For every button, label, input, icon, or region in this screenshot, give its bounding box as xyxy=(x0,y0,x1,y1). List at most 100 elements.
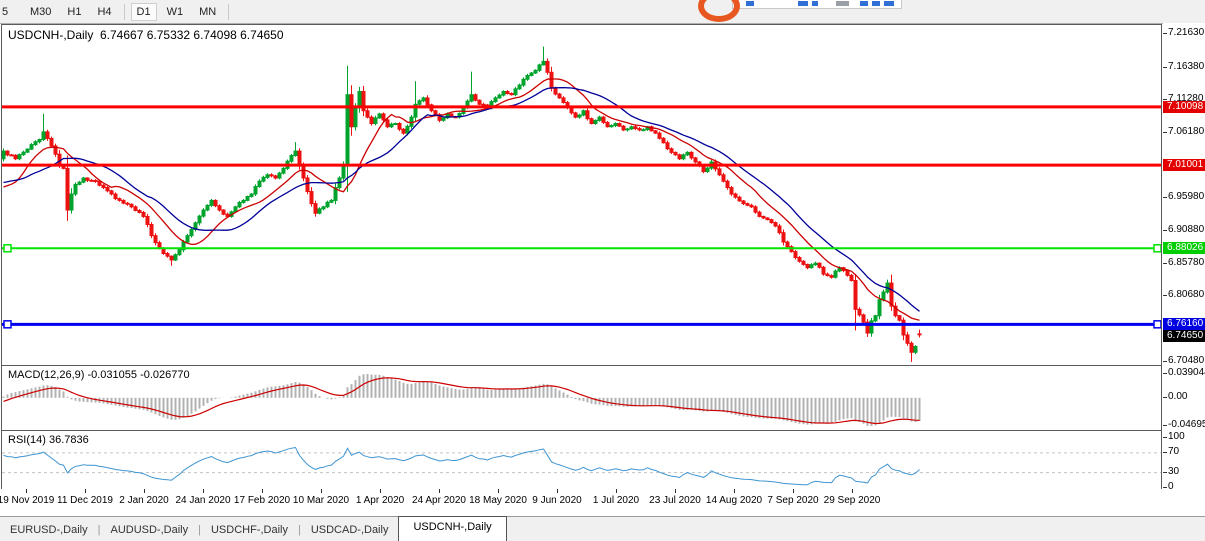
rsi-indicator-panel[interactable]: RSI(14) 36.7836 xyxy=(1,430,1162,490)
date-tick xyxy=(557,489,558,493)
candle xyxy=(890,283,893,306)
candle xyxy=(578,115,581,117)
candle xyxy=(770,220,773,223)
candle xyxy=(874,316,877,321)
candle xyxy=(762,216,765,218)
timeframe-w1-button[interactable]: W1 xyxy=(161,3,190,21)
candle xyxy=(902,320,905,335)
candle xyxy=(166,253,169,256)
candle xyxy=(514,89,517,95)
candle xyxy=(26,149,29,152)
candle xyxy=(742,201,745,204)
candle xyxy=(118,199,121,201)
candle xyxy=(50,138,53,146)
date-label: 18 May 2020 xyxy=(469,495,527,506)
candle xyxy=(406,126,409,133)
macd-indicator-panel[interactable]: MACD(12,26,9) -0.031055 -0.026770 xyxy=(1,365,1162,431)
candle xyxy=(562,98,565,103)
gray-glyph-icon xyxy=(836,1,849,6)
tab-usdcad[interactable]: USDCAD-,Daily xyxy=(301,520,399,540)
candle xyxy=(210,200,213,205)
support-blue-handle[interactable] xyxy=(4,321,11,328)
candle xyxy=(850,275,853,280)
candle xyxy=(502,91,505,95)
blue-glyph-icon xyxy=(812,1,818,6)
candle xyxy=(374,118,377,124)
candle xyxy=(522,79,525,85)
support-green-handle[interactable] xyxy=(1154,245,1161,252)
candle xyxy=(814,263,817,265)
tab-usdcnh-active[interactable]: USDCNH-,Daily xyxy=(398,516,506,541)
tab-audusd[interactable]: AUDUSD-,Daily xyxy=(100,520,198,540)
main-chart-panel[interactable]: USDCNH-,Daily 6.74667 6.75332 6.74098 6.… xyxy=(1,24,1162,366)
price-badge: 6.76160 xyxy=(1163,318,1205,330)
candle xyxy=(266,175,269,178)
candle xyxy=(330,200,333,202)
timeframe-d1-button[interactable]: D1 xyxy=(131,3,157,21)
toolbar-separator xyxy=(228,4,229,20)
tab-eurusd[interactable]: EURUSD-,Daily xyxy=(0,520,98,540)
price-badge: 6.88026 xyxy=(1163,242,1205,254)
macd-min-label: -0.046955 xyxy=(1168,419,1205,430)
candle xyxy=(590,119,593,124)
candle xyxy=(494,98,497,102)
date-tick xyxy=(439,489,440,493)
date-tick xyxy=(380,489,381,493)
candle xyxy=(250,194,253,196)
support-blue-handle[interactable] xyxy=(1154,321,1161,328)
candle xyxy=(234,207,237,212)
candlestick-chart-canvas[interactable] xyxy=(2,25,1161,365)
candle xyxy=(750,205,753,207)
candle xyxy=(474,95,477,101)
candle xyxy=(582,111,585,115)
candle xyxy=(102,185,105,187)
candle xyxy=(526,75,529,79)
blue-glyph-icon xyxy=(746,1,754,6)
timeframe-mn-button[interactable]: MN xyxy=(193,3,222,21)
candle xyxy=(530,73,533,75)
date-label: 1 Jul 2020 xyxy=(593,495,639,506)
candle xyxy=(462,108,465,114)
candle xyxy=(42,132,45,140)
timeframe-toolbar: 5 M30 H1 H4 D1 W1 MN xyxy=(0,0,1205,24)
candle xyxy=(366,111,369,117)
chart-title: USDCNH-,Daily 6.74667 6.75332 6.74098 6.… xyxy=(8,28,284,42)
candle xyxy=(870,321,873,333)
candle xyxy=(378,114,381,118)
candle xyxy=(822,267,825,274)
candle xyxy=(150,224,153,235)
candle xyxy=(818,263,821,267)
candle xyxy=(218,206,221,210)
timeframe-h4-button[interactable]: H4 xyxy=(91,3,117,21)
candle xyxy=(862,315,865,322)
candle xyxy=(550,72,553,88)
rsi-chart-canvas[interactable] xyxy=(2,431,1161,489)
candle xyxy=(758,212,761,216)
candle xyxy=(110,191,113,194)
timeframe-m5-button[interactable]: 5 xyxy=(2,3,20,21)
candle xyxy=(78,182,81,184)
timeframe-m30-button[interactable]: M30 xyxy=(24,3,57,21)
rsi-label: RSI(14) 36.7836 xyxy=(8,434,89,446)
candle xyxy=(442,118,445,121)
support-green-handle[interactable] xyxy=(4,245,11,252)
candle xyxy=(326,202,329,207)
candle xyxy=(806,264,809,267)
date-label: 24 Apr 2020 xyxy=(412,495,466,506)
tab-usdchf[interactable]: USDCHF-,Daily xyxy=(201,520,298,540)
date-label: 7 Sep 2020 xyxy=(767,495,818,506)
macd-zero-label: 0.00 xyxy=(1168,391,1187,402)
price-badge: 7.01001 xyxy=(1163,159,1205,171)
candle xyxy=(242,200,245,202)
candle xyxy=(618,124,621,127)
date-axis: 19 Nov 201911 Dec 20192 Jan 202024 Jan 2… xyxy=(1,489,1162,515)
timeframe-h1-button[interactable]: H1 xyxy=(61,3,87,21)
candle xyxy=(350,95,353,127)
candle xyxy=(682,155,685,159)
candle xyxy=(614,124,617,126)
price-tick-label: 6.90880 xyxy=(1168,224,1204,235)
candle xyxy=(746,204,749,206)
candle xyxy=(94,180,97,181)
candle xyxy=(834,271,837,277)
candle xyxy=(322,207,325,209)
